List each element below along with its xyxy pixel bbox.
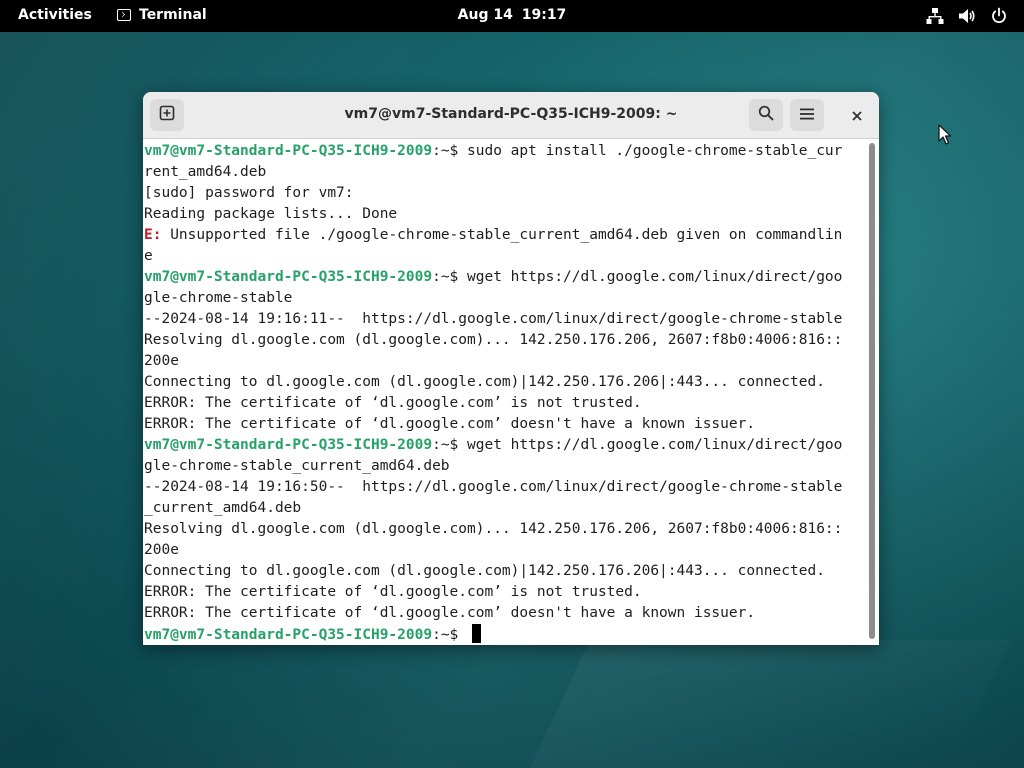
wallpaper-shape xyxy=(530,640,1010,768)
terminal-output-line: ERROR: The certificate of ‘dl.google.com… xyxy=(144,416,756,432)
terminal-window[interactable]: vm7@vm7-Standard-PC-Q35-ICH9-2009: ~ vm7… xyxy=(143,92,879,645)
close-icon xyxy=(852,106,862,125)
close-button[interactable] xyxy=(845,103,869,127)
terminal-output-line: Resolving dl.google.com (dl.google.com).… xyxy=(144,521,843,537)
search-button[interactable] xyxy=(749,99,783,131)
network-icon[interactable] xyxy=(926,7,944,25)
terminal-output-line: gle-chrome-stable xyxy=(144,290,293,306)
mouse-pointer-icon xyxy=(938,124,952,150)
terminal-output-line: 200e xyxy=(144,353,179,369)
shell-prompt: vm7@vm7-Standard-PC-Q35-ICH9-2009 xyxy=(144,269,433,285)
terminal-output-line: ERROR: The certificate of ‘dl.google.com… xyxy=(144,584,642,600)
command-text: wget https://dl.google.com/linux/direct/… xyxy=(467,269,843,285)
prompt-suffix: :~$ xyxy=(432,269,468,285)
top-bar: Activities Terminal Aug 14 19:17 xyxy=(0,0,1024,32)
clock-date: Aug 14 xyxy=(457,7,513,23)
clock-time: 19:17 xyxy=(521,7,567,23)
terminal-output-line: [sudo] password for vm7: xyxy=(144,185,354,201)
terminal-output-line: _current_amd64.deb xyxy=(144,500,302,516)
terminal-command-line: vm7@vm7-Standard-PC-Q35-ICH9-2009:~$ wge… xyxy=(144,267,865,288)
search-icon xyxy=(758,105,774,125)
text-cursor xyxy=(472,624,482,643)
terminal-output-line: gle-chrome-stable_current_amd64.deb xyxy=(144,458,450,474)
terminal-scrollbar[interactable] xyxy=(865,139,879,645)
window-headerbar[interactable]: vm7@vm7-Standard-PC-Q35-ICH9-2009: ~ xyxy=(143,92,879,139)
error-marker: E: xyxy=(144,227,162,243)
terminal-command-line: vm7@vm7-Standard-PC-Q35-ICH9-2009:~$ sud… xyxy=(144,141,865,162)
terminal-error-line: E: Unsupported file ./google-chrome-stab… xyxy=(144,225,865,246)
hamburger-menu-icon xyxy=(799,106,815,125)
terminal-output-line: Reading package lists... Done xyxy=(144,206,398,222)
terminal-command-line: vm7@vm7-Standard-PC-Q35-ICH9-2009:~$ xyxy=(144,624,865,645)
terminal-output[interactable]: vm7@vm7-Standard-PC-Q35-ICH9-2009:~$ sud… xyxy=(143,139,865,645)
terminal-output-line: Connecting to dl.google.com (dl.google.c… xyxy=(144,563,825,579)
terminal-output-line: ERROR: The certificate of ‘dl.google.com… xyxy=(144,605,756,621)
terminal-output-line: rent_amd64.deb xyxy=(144,164,267,180)
scrollbar-thumb[interactable] xyxy=(869,143,875,639)
system-tray[interactable] xyxy=(926,7,1008,25)
volume-icon[interactable] xyxy=(958,7,976,25)
terminal-output-line: --2024-08-14 19:16:11-- https://dl.googl… xyxy=(144,311,843,327)
shell-prompt: vm7@vm7-Standard-PC-Q35-ICH9-2009 xyxy=(144,627,433,643)
command-text: sudo apt install ./google-chrome-stable_… xyxy=(467,143,843,159)
main-menu-button[interactable] xyxy=(790,99,824,131)
terminal-output-line: --2024-08-14 19:16:50-- https://dl.googl… xyxy=(144,479,843,495)
prompt-suffix: :~$ xyxy=(432,437,468,453)
shell-prompt: vm7@vm7-Standard-PC-Q35-ICH9-2009 xyxy=(144,143,433,159)
terminal-output-line: Connecting to dl.google.com (dl.google.c… xyxy=(144,374,825,390)
clock-button[interactable]: Aug 14 19:17 xyxy=(0,7,1024,23)
error-text: Unsupported file ./google-chrome-stable_… xyxy=(161,227,843,243)
prompt-suffix: :~$ xyxy=(432,627,468,643)
terminal-output-line: ERROR: The certificate of ‘dl.google.com… xyxy=(144,395,642,411)
terminal-output-line: 200e xyxy=(144,542,179,558)
command-text: wget https://dl.google.com/linux/direct/… xyxy=(467,437,843,453)
terminal-lines: vm7@vm7-Standard-PC-Q35-ICH9-2009:~$ sud… xyxy=(144,141,865,645)
terminal-output-line: e xyxy=(144,248,153,264)
terminal-command-line: vm7@vm7-Standard-PC-Q35-ICH9-2009:~$ wge… xyxy=(144,435,865,456)
terminal-output-line: Resolving dl.google.com (dl.google.com).… xyxy=(144,332,843,348)
shell-prompt: vm7@vm7-Standard-PC-Q35-ICH9-2009 xyxy=(144,437,433,453)
power-icon[interactable] xyxy=(990,7,1008,25)
prompt-suffix: :~$ xyxy=(432,143,468,159)
